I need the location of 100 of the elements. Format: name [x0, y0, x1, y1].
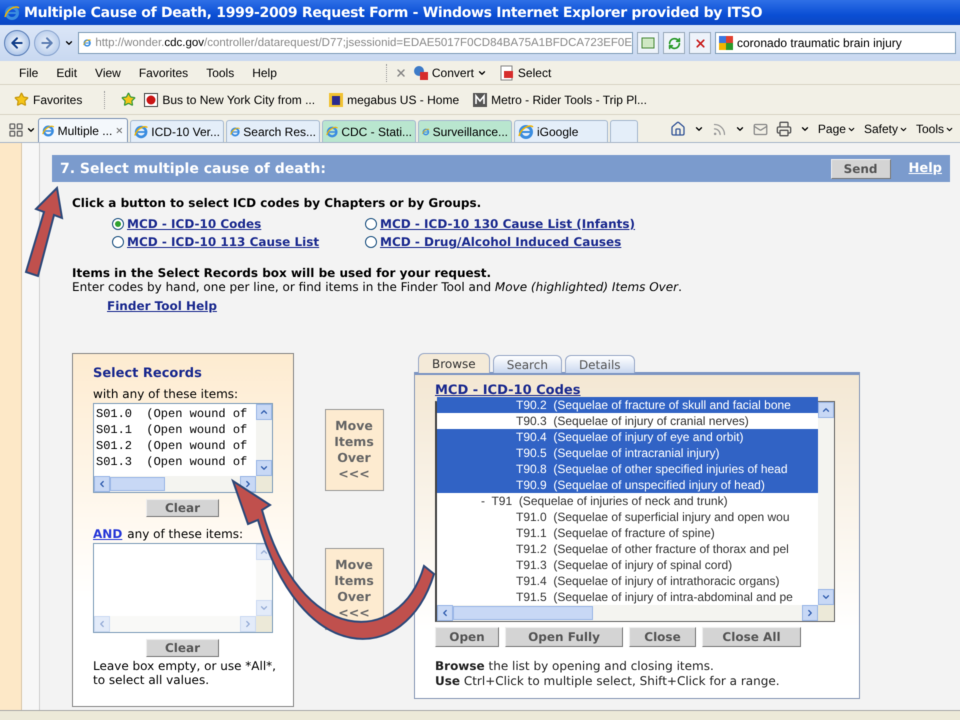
finder-heading-link[interactable]: MCD - ICD-10 Codes: [435, 383, 580, 398]
radio-button[interactable]: [365, 236, 377, 248]
option-link[interactable]: MCD - ICD-10 Codes: [127, 217, 262, 231]
scroll-down-button[interactable]: [256, 460, 272, 476]
tree-item[interactable]: T90.2 (Sequelae of fracture of skull and facial bone: [437, 397, 818, 413]
tree-item[interactable]: T90.8 (Sequelae of other specified injuries of head: [437, 461, 818, 477]
radio-button[interactable]: [365, 218, 377, 230]
scroll-left-button[interactable]: [94, 476, 110, 492]
list-item[interactable]: S01.0 (Open wound of: [96, 406, 256, 422]
menu-item[interactable]: File: [10, 66, 48, 80]
menu-item[interactable]: Favorites: [130, 66, 198, 80]
tree-item[interactable]: T90.9 (Sequelae of unspecified injury of head): [437, 477, 818, 493]
option-link[interactable]: MCD - Drug/Alcohol Induced Causes: [380, 235, 622, 249]
move-items-button[interactable]: Move Items Over <<<: [324, 409, 384, 491]
caret-icon[interactable]: [64, 38, 74, 48]
caret-icon[interactable]: [26, 125, 36, 135]
records-list[interactable]: S01.0 (Open wound of S01.1 (Open wound of S01.2 (Open wound of S01.3 (Open wound of: [93, 403, 273, 493]
menu-item[interactable]: View: [86, 66, 130, 80]
feeds-icon[interactable]: [712, 122, 727, 136]
and-link[interactable]: AND: [93, 527, 122, 541]
menu-item[interactable]: Edit: [47, 66, 86, 80]
close-icon[interactable]: [394, 66, 407, 78]
favorite-link[interactable]: Metro - Rider Tools - Trip Pl...: [473, 92, 653, 106]
stop-button[interactable]: [689, 32, 711, 54]
tree-action-button[interactable]: Close All: [702, 627, 801, 647]
browser-tab[interactable]: Surveillance...: [418, 120, 512, 142]
list-item[interactable]: S01.3 (Open wound of: [96, 454, 256, 470]
scroll-up-button[interactable]: [256, 404, 272, 420]
scroll-thumb[interactable]: [453, 606, 593, 620]
browser-tab[interactable]: Multiple ...: [38, 118, 128, 142]
finder-help-link[interactable]: Finder Tool Help: [107, 299, 217, 313]
list-item[interactable]: S01.1 (Open wound of: [96, 422, 256, 438]
search-field[interactable]: coronado traumatic brain injury: [715, 32, 956, 54]
finder-tab[interactable]: Search: [492, 355, 562, 373]
command-menu[interactable]: Tools: [916, 122, 954, 136]
menu-item[interactable]: Help: [243, 66, 286, 80]
close-tab-icon[interactable]: [115, 125, 124, 136]
field-label: with any of these items:: [93, 387, 240, 401]
help-text: Browse the list by opening and closing items.: [435, 659, 715, 673]
scroll-right-button[interactable]: [802, 605, 818, 621]
tree-item[interactable]: T90.3 (Sequelae of injury of cranial nerves): [437, 413, 818, 429]
favorites-button[interactable]: Favorites: [14, 92, 88, 107]
caret-icon[interactable]: [694, 124, 704, 134]
browser-tab[interactable]: Search Res...: [226, 120, 320, 142]
refresh-button[interactable]: [663, 32, 685, 54]
tree-item[interactable]: - T91 (Sequelae of injuries of neck and trunk): [437, 493, 818, 509]
send-button[interactable]: Send: [830, 158, 891, 178]
tree-item[interactable]: T91.1 (Sequelae of fracture of spine): [437, 525, 818, 541]
clear-button[interactable]: Clear: [146, 639, 220, 657]
command-menu[interactable]: Page: [818, 122, 856, 136]
favorite-link[interactable]: megabus US - Home: [329, 92, 466, 106]
quick-tabs-icon[interactable]: [8, 122, 24, 138]
radio-button[interactable]: [112, 236, 124, 248]
tree-item[interactable]: T91.2 (Sequelae of other fracture of thorax and pel: [437, 541, 818, 557]
select-pdf-icon: [498, 64, 515, 80]
tree-item[interactable]: T91.3 (Sequelae of injury of spinal cord): [437, 557, 818, 573]
scroll-up-button[interactable]: [818, 402, 834, 418]
vertical-scrollbar[interactable]: [256, 544, 272, 616]
scroll-down-button[interactable]: [818, 589, 834, 605]
browser-tab[interactable]: CDC - Stati...: [322, 120, 416, 142]
mail-icon[interactable]: [752, 122, 768, 136]
radio-button[interactable]: [112, 218, 124, 230]
caret-icon[interactable]: [734, 124, 745, 134]
tree-item[interactable]: T91.0 (Sequelae of superficial injury and open wou: [437, 509, 818, 525]
tree-action-button[interactable]: Close: [629, 627, 696, 647]
tree-item[interactable]: T91.4 (Sequelae of injury of intrathoracic organs): [437, 573, 818, 589]
home-icon[interactable]: [670, 121, 686, 137]
print-icon[interactable]: [776, 121, 792, 137]
vertical-scrollbar[interactable]: [818, 402, 834, 605]
close-icon: [694, 36, 706, 50]
toolbar-button[interactable]: Select: [492, 64, 558, 80]
list-item[interactable]: S01.2 (Open wound of: [96, 438, 256, 454]
mascot-icon: [329, 92, 344, 106]
vertical-scrollbar[interactable]: [256, 404, 272, 476]
field-label: any of these items:: [127, 527, 244, 541]
option-link[interactable]: MCD - ICD-10 130 Cause List (Infants): [380, 217, 636, 231]
caret-icon[interactable]: [800, 124, 810, 134]
browser-tab[interactable]: ICD-10 Ver...: [130, 120, 224, 142]
hint-text: Leave box empty, or use *All*, to select all values.: [93, 659, 277, 687]
favorite-link[interactable]: Bus to New York City from ...: [144, 92, 322, 106]
tree-item[interactable]: T90.4 (Sequelae of injury of eye and orbit): [437, 429, 818, 445]
command-menu[interactable]: Safety: [864, 122, 908, 136]
add-favorite-icon[interactable]: [121, 92, 136, 107]
scroll-thumb[interactable]: [110, 477, 165, 491]
finder-tab[interactable]: Details: [564, 355, 635, 373]
address-field[interactable]: http://wonder.cdc.gov/controller/datarequest/D77;jsessionid=EDAE5017F0CD84BA75A1BFDCA723EF0E: [78, 32, 633, 54]
compatibility-button[interactable]: [637, 32, 659, 54]
back-button[interactable]: [4, 30, 30, 56]
tree-item[interactable]: T90.5 (Sequelae of intracranial injury): [437, 445, 818, 461]
window-title: Multiple Cause of Death, 1999-2009 Request Form - Windows Internet Explorer provided by ITSO: [24, 4, 762, 20]
menu-item[interactable]: Tools: [197, 66, 244, 80]
toolbar-button[interactable]: Convert: [406, 64, 493, 80]
tree-item[interactable]: T91.5 (Sequelae of injury of intra-abdominal and pe: [437, 589, 818, 605]
browser-tab[interactable]: iGoogle: [514, 120, 608, 142]
tree-action-button[interactable]: Open Fully: [505, 627, 623, 647]
clear-button[interactable]: Clear: [146, 499, 220, 517]
scroll-left-button[interactable]: [437, 605, 453, 621]
finder-tab[interactable]: Browse: [418, 353, 490, 373]
tree-action-button[interactable]: Open: [435, 627, 499, 647]
option-link[interactable]: MCD - ICD-10 113 Cause List: [127, 235, 320, 249]
